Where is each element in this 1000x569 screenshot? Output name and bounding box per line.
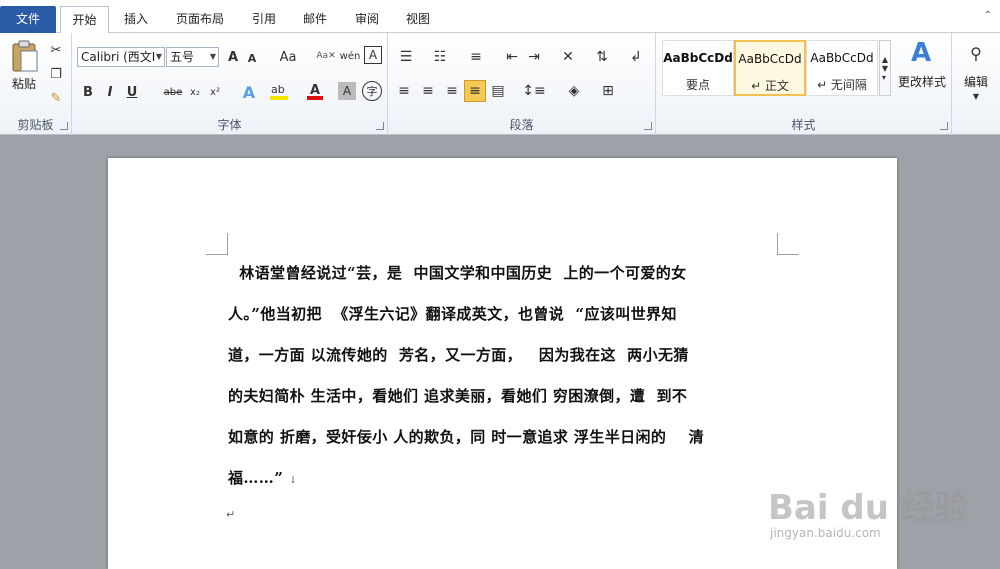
tab-insert[interactable]: 插入 — [115, 6, 157, 33]
chinese-layout-icon[interactable]: ✕ — [556, 47, 580, 67]
character-shading-icon[interactable]: A — [338, 82, 356, 100]
enclose-characters-icon[interactable]: 字 — [362, 81, 382, 101]
bullets-icon[interactable]: ☰ — [394, 47, 418, 67]
superscript-icon[interactable]: x² — [206, 82, 224, 102]
increase-indent-icon[interactable]: ⇥ — [524, 47, 544, 67]
text-line: 如意的 折磨，受奸佞小 人的欺负，同 时一意追求 浮生半日闲的 清 — [228, 428, 705, 446]
show-marks-icon[interactable]: ↲ — [626, 47, 646, 67]
grow-font-icon[interactable]: A — [224, 47, 242, 67]
borders-icon[interactable]: ⊞ — [594, 81, 622, 101]
tab-mailings[interactable]: 邮件 — [295, 6, 335, 33]
line-spacing-icon[interactable]: ↕≡ — [520, 81, 548, 101]
change-styles-icon[interactable]: A — [904, 37, 938, 69]
group-editing: ⚲ 编辑 ▼ — [952, 33, 1000, 135]
sort-icon[interactable]: ⇅ — [592, 47, 612, 67]
character-border-icon[interactable]: A — [364, 46, 382, 64]
tab-references[interactable]: 引用 — [244, 6, 284, 33]
group-paragraph: ☰ ☷ ≡ ⇤ ⇥ ✕ ⇅ ↲ ≡ ≡ ≡ ≡ ▤ ↕≡ ◈ ⊞ 段落 — [388, 33, 656, 135]
paragraph-group-label: 段落 — [509, 118, 534, 132]
watermark-brand: Bai du 经验 — [768, 488, 969, 528]
text-line: 林语堂曾经说过“芸，是 中国文学和中国历史 上的一个可爱的女 — [228, 264, 687, 282]
italic-icon[interactable]: I — [102, 82, 118, 102]
chevron-down-icon: ▼ — [972, 91, 980, 101]
editing-button[interactable]: 编辑 — [956, 73, 996, 90]
clipboard-launcher-icon[interactable] — [60, 122, 68, 130]
underline-icon[interactable]: U — [124, 82, 140, 102]
svg-text:A: A — [310, 83, 320, 98]
styles-gallery-scroll[interactable]: ▲ ▼ ▾ — [879, 40, 891, 96]
font-launcher-icon[interactable] — [376, 122, 384, 130]
font-group-label: 字体 — [217, 118, 242, 132]
numbering-icon[interactable]: ☷ — [428, 47, 452, 67]
style-name: ↵ 正文 — [751, 79, 789, 93]
document-paragraph[interactable]: 林语堂曾经说过“芸，是 中国文学和中国历史 上的一个可爱的女 人。”他当初把 《… — [228, 253, 778, 499]
text-line: 福……” — [228, 469, 284, 487]
font-name-select[interactable]: Calibri (西文I ▼ — [77, 47, 165, 67]
paste-icon[interactable] — [8, 37, 42, 75]
style-sample: AaBbCcDd — [738, 52, 802, 66]
strikethrough-icon[interactable]: abe — [162, 82, 184, 102]
align-center-icon[interactable]: ≡ — [418, 81, 438, 101]
text-line: 人。”他当初把 《浮生六记》翻译成英文，也曾说 “应该叫世界知 — [228, 305, 677, 323]
paste-button[interactable]: 粘贴 — [4, 75, 44, 92]
tab-review[interactable]: 审阅 — [347, 6, 387, 33]
margin-corner-top-left — [206, 233, 228, 255]
style-no-spacing[interactable]: AaBbCcDd ↵ 无间隔 — [806, 40, 878, 96]
style-sample: AaBbCcDd — [810, 51, 874, 65]
change-case-icon[interactable]: Aa — [275, 47, 301, 67]
distributed-icon[interactable]: ▤ — [488, 81, 508, 101]
style-normal[interactable]: AaBbCcDd ↵ 正文 — [734, 40, 806, 96]
text-line: 的夫妇简朴 生活中，看她们 追求美丽，看她们 穷困潦倒，遭 到不 — [228, 387, 688, 405]
bold-icon[interactable]: B — [80, 82, 96, 102]
tab-page-layout[interactable]: 页面布局 — [168, 6, 232, 33]
watermark-url: jingyan.baidu.com — [770, 526, 881, 540]
font-size-value: 五号 — [170, 50, 195, 64]
chevron-down-icon: ▼ — [155, 52, 162, 61]
decrease-indent-icon[interactable]: ⇤ — [502, 47, 522, 67]
highlight-icon[interactable]: ab — [268, 80, 290, 102]
paragraph-launcher-icon[interactable] — [644, 122, 652, 130]
subscript-icon[interactable]: x₂ — [186, 82, 204, 102]
line-break-mark: ↓ — [288, 475, 298, 486]
ribbon-tab-bar: 文件 开始 插入 页面布局 引用 邮件 审阅 视图 ⌃ — [0, 0, 1000, 34]
paragraph-mark: ↵ — [226, 508, 236, 521]
align-right-icon[interactable]: ≡ — [442, 81, 462, 101]
binoculars-icon[interactable]: ⚲ — [962, 39, 990, 67]
styles-group-label: 样式 — [791, 118, 816, 132]
multilevel-list-icon[interactable]: ≡ — [464, 47, 488, 67]
minimize-ribbon-icon[interactable]: ⌃ — [984, 10, 992, 21]
group-font: Calibri (西文I ▼ 五号 ▼ A A Aa Aa✕ wén A B I U… — [72, 33, 388, 135]
text-line: 道，一方面 以流传她的 芳名，又一方面， 因为我在这 两小无猜 — [228, 346, 689, 364]
phonetic-guide-icon[interactable]: wén — [340, 45, 361, 67]
align-left-icon[interactable]: ≡ — [394, 81, 414, 101]
tab-home[interactable]: 开始 — [60, 6, 109, 34]
tab-view[interactable]: 视图 — [398, 6, 438, 33]
style-emphasis[interactable]: AaBbCcDd 要点 — [662, 40, 734, 96]
cut-icon[interactable]: ✂ — [46, 41, 66, 59]
font-color-icon[interactable]: A — [304, 80, 326, 102]
group-clipboard: 粘贴 ✂ ❐ ✎ 剪贴板 — [0, 33, 72, 135]
font-size-select[interactable]: 五号 ▼ — [166, 47, 219, 67]
group-styles: AaBbCcDd 要点 AaBbCcDd ↵ 正文 AaBbCcDd ↵ 无间隔… — [656, 33, 952, 135]
ribbon: 粘贴 ✂ ❐ ✎ 剪贴板 Calibri (西文I ▼ 五号 ▼ A A Aa Aa… — [0, 33, 1000, 135]
tab-file[interactable]: 文件 — [0, 6, 56, 33]
margin-corner-top-right — [777, 233, 799, 255]
svg-text:ab: ab — [271, 83, 285, 96]
change-styles-button[interactable]: 更改样式 — [894, 73, 950, 90]
style-sample: AaBbCcDd — [663, 51, 733, 65]
font-name-value: Calibri (西文I — [81, 50, 156, 64]
style-name: ↵ 无间隔 — [817, 78, 867, 92]
styles-launcher-icon[interactable] — [940, 122, 948, 130]
text-effects-icon[interactable]: A — [238, 81, 260, 103]
baidu-watermark: Bai du 经验 jingyan.baidu.com — [760, 470, 980, 560]
format-painter-icon[interactable]: ✎ — [46, 89, 66, 107]
text-line-last: 福……” ↓ — [228, 458, 778, 499]
chevron-down-icon: ▼ — [209, 52, 216, 61]
style-name: 要点 — [685, 78, 710, 92]
shrink-font-icon[interactable]: A — [244, 49, 260, 67]
copy-icon[interactable]: ❐ — [46, 65, 66, 83]
justify-icon[interactable]: ≡ — [464, 80, 486, 102]
clear-formatting-icon[interactable]: Aa✕ — [316, 45, 336, 67]
shading-icon[interactable]: ◈ — [560, 81, 588, 101]
